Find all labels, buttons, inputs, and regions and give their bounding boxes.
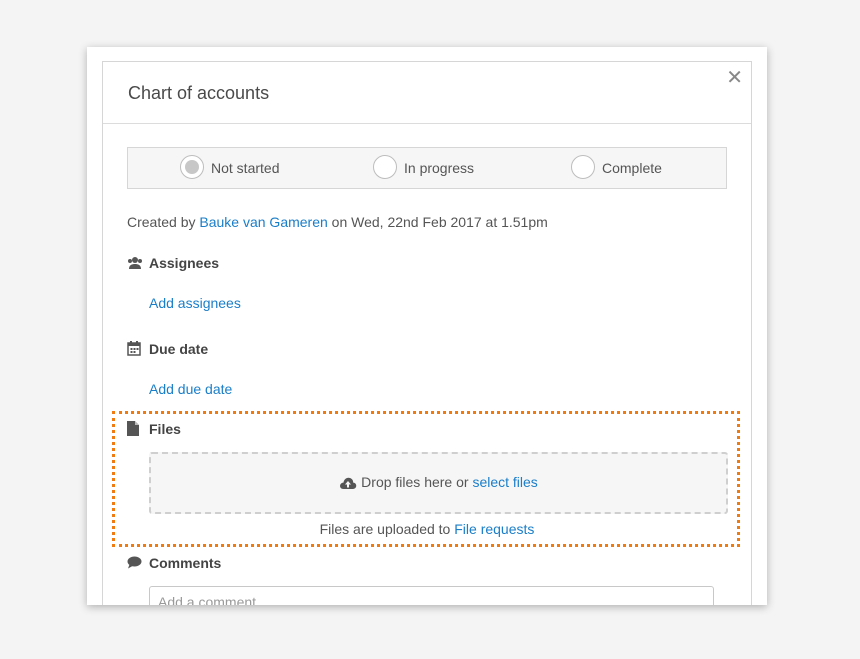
due-date-heading: Due date	[127, 341, 208, 359]
upload-destination: Files are uploaded to File requests	[103, 521, 751, 537]
calendar-icon	[127, 341, 143, 359]
uploaded-prefix: Files are uploaded to	[319, 521, 451, 537]
files-label: Files	[149, 421, 181, 437]
dropzone-text: Drop files here or select files	[151, 474, 726, 490]
status-label: Complete	[602, 160, 662, 176]
add-due-date-link[interactable]: Add due date	[149, 381, 232, 397]
status-selector: Not started In progress Complete	[127, 147, 727, 189]
file-dropzone[interactable]: Drop files here or select files	[149, 452, 728, 514]
add-assignees-link[interactable]: Add assignees	[149, 295, 241, 311]
cloud-upload-icon	[340, 477, 357, 489]
radio-complete[interactable]	[571, 155, 595, 179]
files-heading: Files	[127, 421, 181, 439]
dialog-title: Chart of accounts	[128, 83, 270, 103]
speech-bubble-icon	[127, 556, 143, 572]
created-prefix: Created by	[127, 214, 196, 230]
comment-input[interactable]	[149, 586, 714, 605]
dialog-header: Chart of accounts ✕	[103, 62, 751, 124]
author-link[interactable]: Bauke van Gameren	[199, 214, 327, 230]
created-suffix: on Wed, 22nd Feb 2017 at 1.51pm	[331, 214, 548, 230]
comments-label: Comments	[149, 555, 222, 571]
drop-text: Drop files here or	[361, 474, 469, 490]
created-info: Created by Bauke van Gameren on Wed, 22n…	[127, 214, 548, 230]
status-label: Not started	[211, 160, 280, 176]
modal-frame: Chart of accounts ✕ Not started In progr…	[87, 47, 767, 605]
radio-in-progress[interactable]	[373, 155, 397, 179]
select-files-link[interactable]: select files	[472, 474, 537, 490]
task-dialog: Chart of accounts ✕ Not started In progr…	[102, 61, 752, 605]
status-label: In progress	[404, 160, 475, 176]
file-icon	[127, 421, 143, 439]
comments-heading: Comments	[127, 555, 221, 572]
assignees-heading: Assignees	[127, 255, 219, 273]
close-icon[interactable]: ✕	[726, 68, 743, 88]
radio-not-started[interactable]	[180, 155, 204, 179]
file-requests-link[interactable]: File requests	[454, 521, 534, 537]
users-icon	[127, 256, 143, 273]
assignees-label: Assignees	[149, 255, 220, 271]
due-date-label: Due date	[149, 341, 209, 357]
